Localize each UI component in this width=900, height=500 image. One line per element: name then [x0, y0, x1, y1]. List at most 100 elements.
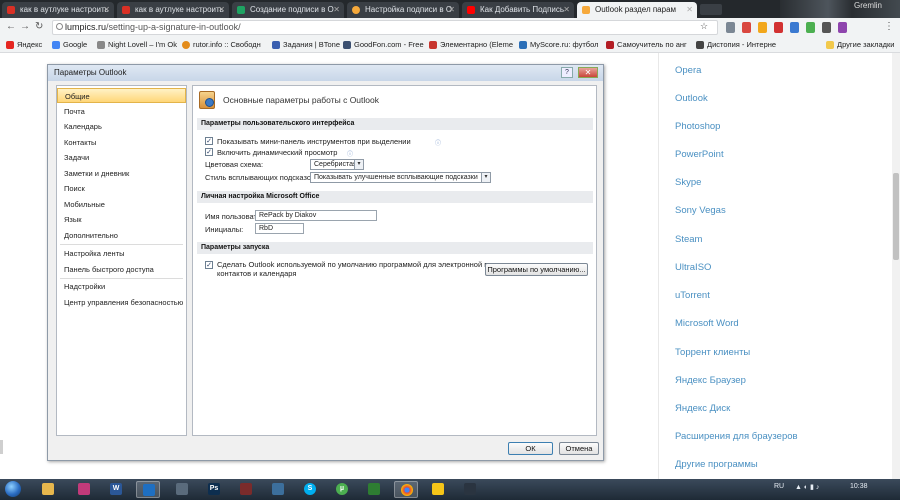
- live-preview-checkbox[interactable]: ✓: [205, 148, 213, 156]
- sidebar-link[interactable]: UltraISO: [675, 262, 711, 273]
- bookmark[interactable]: Google: [52, 38, 87, 52]
- close-button[interactable]: ✕: [578, 67, 598, 78]
- tooltip-style-select[interactable]: Показывать улучшенные всплывающие подска…: [310, 172, 491, 183]
- help-button[interactable]: ?: [561, 67, 573, 78]
- close-icon[interactable]: ✕: [448, 2, 455, 18]
- info-icon[interactable]: [56, 23, 63, 30]
- taskbar-explorer[interactable]: [36, 481, 60, 498]
- taskbar-word[interactable]: W: [104, 481, 128, 498]
- taskbar-app[interactable]: [458, 481, 482, 498]
- username-field[interactable]: RePack by Diakov: [255, 210, 377, 221]
- profile-name[interactable]: Gremlin: [854, 1, 882, 10]
- sidebar-link[interactable]: Opera: [675, 65, 701, 76]
- bookmark[interactable]: GoodFon.com - Free: [343, 38, 424, 52]
- sidebar-link[interactable]: Skype: [675, 177, 701, 188]
- bookmark[interactable]: rutor.info :: Свободн: [182, 38, 261, 52]
- menu-icon[interactable]: ⋮: [884, 21, 894, 32]
- sidebar-link[interactable]: Другие программы: [675, 459, 758, 470]
- close-icon[interactable]: ✕: [218, 2, 225, 18]
- taskbar-app[interactable]: [426, 481, 450, 498]
- sidebar-link[interactable]: uTorrent: [675, 290, 710, 301]
- bookmark[interactable]: Night Lovell – I'm Ok: [97, 38, 177, 52]
- ok-button[interactable]: ОК: [508, 442, 553, 455]
- sidebar-link[interactable]: Торрент клиенты: [675, 347, 750, 358]
- bookmark[interactable]: Дистопия - Интерне: [696, 38, 776, 52]
- taskbar-app[interactable]: [72, 481, 96, 498]
- start-button[interactable]: [2, 479, 24, 500]
- nav-item-notes[interactable]: Заметки и дневник: [57, 166, 186, 181]
- taskbar-app[interactable]: [170, 481, 194, 498]
- extension-icon[interactable]: [726, 22, 735, 33]
- extension-icon[interactable]: [742, 22, 751, 33]
- taskbar-app[interactable]: [266, 481, 290, 498]
- bookmark[interactable]: MyScore.ru: футбол: [519, 38, 598, 52]
- taskbar-utorrent[interactable]: µ: [330, 481, 354, 498]
- default-programs-button[interactable]: Программы по умолчанию...: [485, 263, 588, 276]
- close-icon[interactable]: ✕: [333, 2, 340, 18]
- extension-icon[interactable]: [822, 22, 831, 33]
- language-indicator[interactable]: RU: [774, 483, 784, 490]
- star-icon[interactable]: ☆: [700, 21, 708, 32]
- nav-item-calendar[interactable]: Календарь: [57, 119, 186, 134]
- sidebar-link[interactable]: Steam: [675, 234, 702, 245]
- sidebar-link[interactable]: Outlook: [675, 93, 708, 104]
- extension-icon[interactable]: [806, 22, 815, 33]
- tab-2[interactable]: как в аутлуке настроить ✕: [117, 2, 229, 18]
- sidebar-link[interactable]: Расширения для браузеров: [675, 431, 798, 442]
- taskbar-chrome[interactable]: [394, 481, 418, 498]
- color-scheme-select[interactable]: Серебристая ▾: [310, 159, 364, 170]
- new-tab-button[interactable]: [700, 4, 722, 15]
- taskbar-skype[interactable]: S: [298, 481, 322, 498]
- close-icon[interactable]: ✕: [563, 2, 570, 18]
- tab-5[interactable]: Как Добавить Подпись ✕: [462, 2, 574, 18]
- bookmark[interactable]: Самоучитель по анг: [606, 38, 687, 52]
- dialog-title-bar[interactable]: Параметры Outlook: [48, 65, 603, 81]
- initials-field[interactable]: RbD: [255, 223, 304, 234]
- sidebar-link[interactable]: Яндекс Браузер: [675, 375, 746, 386]
- taskbar-outlook[interactable]: [136, 481, 160, 498]
- sidebar-link[interactable]: Яндекс Диск: [675, 403, 730, 414]
- nav-item-general[interactable]: Общие: [57, 88, 186, 103]
- default-program-checkbox[interactable]: ✓: [205, 261, 213, 269]
- sidebar-link[interactable]: PowerPoint: [675, 149, 724, 160]
- nav-item-mobile[interactable]: Мобильные: [57, 197, 186, 212]
- nav-item-trust-center[interactable]: Центр управления безопасностью: [57, 295, 186, 310]
- page-scrollbar[interactable]: [892, 53, 900, 479]
- tab-3[interactable]: Создание подписи в О ✕: [232, 2, 344, 18]
- extension-icon[interactable]: [790, 22, 799, 33]
- close-icon[interactable]: ✕: [103, 2, 110, 18]
- nav-item-advanced[interactable]: Дополнительно: [57, 228, 186, 243]
- nav-item-ribbon[interactable]: Настройка ленты: [57, 246, 186, 261]
- sidebar-link[interactable]: Photoshop: [675, 121, 720, 132]
- nav-item-tasks[interactable]: Задачи: [57, 150, 186, 165]
- bookmark[interactable]: Задания | BTone: [272, 38, 340, 52]
- other-bookmarks[interactable]: Другие закладки: [826, 38, 894, 52]
- sidebar-link[interactable]: Microsoft Word: [675, 318, 739, 329]
- nav-item-mail[interactable]: Почта: [57, 104, 186, 119]
- nav-item-quick-access[interactable]: Панель быстрого доступа: [57, 262, 186, 277]
- clock[interactable]: 10:38: [850, 483, 868, 490]
- tab-4[interactable]: Настройка подписи в О ✕: [347, 2, 459, 18]
- taskbar-photoshop[interactable]: Ps: [202, 481, 226, 498]
- forward-icon[interactable]: →: [20, 21, 30, 32]
- address-bar[interactable]: lumpics.ru/setting-up-a-signature-in-out…: [52, 20, 718, 35]
- extension-icon[interactable]: [774, 22, 783, 33]
- back-icon[interactable]: ←: [6, 21, 16, 32]
- cancel-button[interactable]: Отмена: [559, 442, 599, 455]
- tab-6-active[interactable]: Outlook раздел парам ✕: [577, 2, 697, 18]
- sidebar-link[interactable]: Sony Vegas: [675, 205, 726, 216]
- extension-icon[interactable]: [838, 22, 847, 33]
- nav-item-contacts[interactable]: Контакты: [57, 135, 186, 150]
- tray-icons[interactable]: ▲ ◐ ▮ ♪: [795, 483, 819, 491]
- close-icon[interactable]: ✕: [686, 2, 693, 18]
- scrollbar-thumb[interactable]: [893, 173, 899, 260]
- tab-1[interactable]: как в аутлуке настроить ✕: [2, 2, 114, 18]
- mini-toolbar-checkbox[interactable]: ✓: [205, 137, 213, 145]
- nav-item-search[interactable]: Поиск: [57, 181, 186, 196]
- nav-item-addins[interactable]: Надстройки: [57, 279, 186, 294]
- taskbar-app[interactable]: [234, 481, 258, 498]
- nav-item-language[interactable]: Язык: [57, 212, 186, 227]
- taskbar-app[interactable]: [362, 481, 386, 498]
- extension-icon[interactable]: [758, 22, 767, 33]
- bookmark[interactable]: Яндекс: [6, 38, 42, 52]
